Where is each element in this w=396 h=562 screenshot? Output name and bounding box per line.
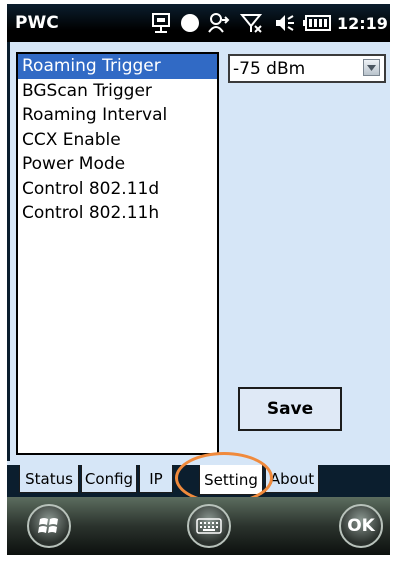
keyboard-icon bbox=[196, 518, 222, 534]
value-select-text: -75 dBm bbox=[233, 59, 306, 79]
settings-list[interactable]: Roaming Trigger BGScan Trigger Roaming I… bbox=[16, 52, 219, 455]
list-item-roaming-interval[interactable]: Roaming Interval bbox=[18, 103, 217, 128]
ok-button[interactable]: OK bbox=[339, 504, 383, 548]
ok-label: OK bbox=[347, 516, 375, 536]
list-item-ccx-enable[interactable]: CCX Enable bbox=[18, 128, 217, 153]
circle-icon[interactable] bbox=[179, 11, 201, 35]
no-signal-icon[interactable] bbox=[240, 11, 264, 35]
tab-ip[interactable]: IP bbox=[139, 465, 173, 493]
tab-about[interactable]: About bbox=[265, 465, 319, 493]
volume-icon[interactable] bbox=[273, 11, 297, 35]
app-title: PWC bbox=[15, 13, 59, 33]
chevron-down-icon[interactable] bbox=[363, 59, 380, 76]
status-bar: PWC 12:19 bbox=[7, 4, 390, 42]
contact-icon[interactable] bbox=[207, 11, 231, 35]
battery-icon[interactable] bbox=[303, 11, 331, 35]
tab-config[interactable]: Config bbox=[81, 465, 137, 493]
softkey-bar: OK bbox=[7, 497, 390, 555]
list-item-power-mode[interactable]: Power Mode bbox=[18, 152, 217, 177]
start-button[interactable] bbox=[27, 504, 71, 548]
list-item-control-80211d[interactable]: Control 802.11d bbox=[18, 177, 217, 202]
list-item-control-80211h[interactable]: Control 802.11h bbox=[18, 201, 217, 226]
tab-status[interactable]: Status bbox=[19, 465, 79, 493]
windows-icon bbox=[38, 518, 58, 533]
value-select[interactable]: -75 dBm bbox=[228, 54, 386, 83]
clock[interactable]: 12:19 bbox=[337, 14, 388, 33]
list-item-bgscan-trigger[interactable]: BGScan Trigger bbox=[18, 79, 217, 104]
keyboard-button[interactable] bbox=[187, 504, 231, 548]
list-item-roaming-trigger[interactable]: Roaming Trigger bbox=[18, 54, 217, 79]
save-button[interactable]: Save bbox=[238, 387, 342, 431]
sync-icon[interactable] bbox=[150, 11, 172, 35]
